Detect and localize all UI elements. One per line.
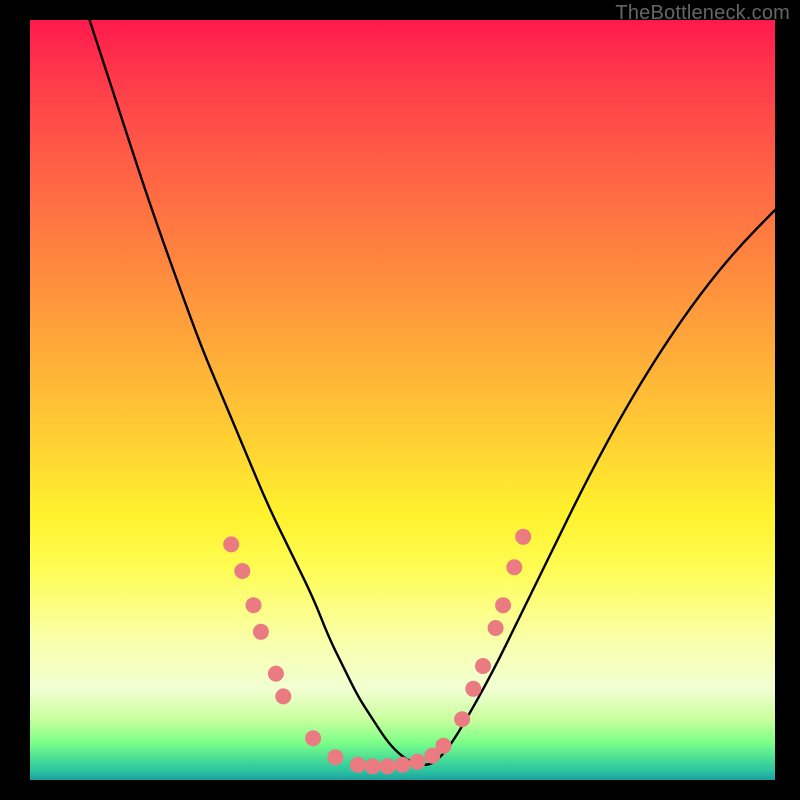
data-point [515, 529, 531, 545]
watermark-text: TheBottleneck.com [615, 2, 790, 25]
data-point [424, 748, 440, 764]
data-point [465, 681, 481, 697]
data-point [506, 559, 522, 575]
data-point [436, 738, 452, 754]
data-point [454, 711, 470, 727]
data-point [268, 666, 284, 682]
data-point [305, 730, 321, 746]
data-point [253, 624, 269, 640]
data-point [475, 658, 491, 674]
data-point [275, 688, 291, 704]
marker-group [223, 529, 531, 775]
data-point [380, 758, 396, 774]
data-point [327, 749, 343, 765]
data-point [246, 597, 262, 613]
chart-frame: TheBottleneck.com [0, 0, 800, 800]
data-point [365, 758, 381, 774]
data-point [495, 597, 511, 613]
data-point [350, 757, 366, 773]
data-point [488, 620, 504, 636]
chart-svg [30, 20, 775, 780]
data-point [223, 536, 239, 552]
data-point [409, 754, 425, 770]
data-point [234, 563, 250, 579]
plot-area [30, 20, 775, 780]
bottleneck-curve [90, 20, 775, 765]
data-point [395, 757, 411, 773]
